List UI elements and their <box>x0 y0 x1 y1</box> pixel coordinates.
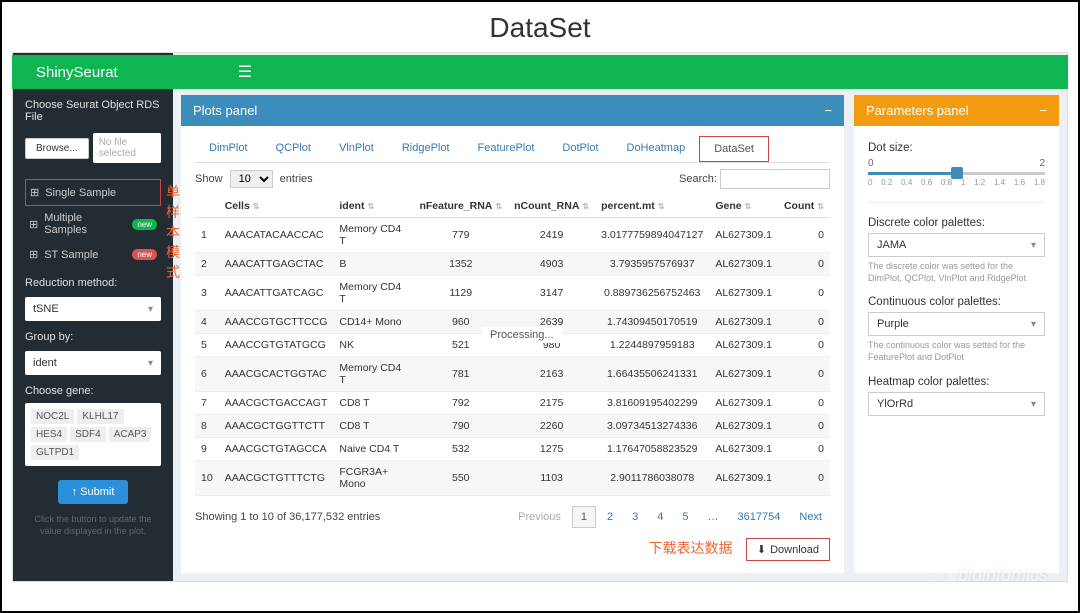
table-info: Showing 1 to 10 of 36,177,532 entries <box>195 511 380 523</box>
sidebar-item-label: ST Sample <box>44 249 98 261</box>
gene-tag[interactable]: ACAP3 <box>109 427 152 442</box>
entries-select[interactable]: 10 <box>230 170 273 188</box>
grid-icon: ⊞ <box>29 248 38 261</box>
submit-button[interactable]: ↑ Submit <box>58 480 129 504</box>
grid-icon: ⊞ <box>29 218 38 231</box>
tab-dimplot[interactable]: DimPlot <box>195 136 262 162</box>
annotation: 单样本模式 <box>166 182 180 282</box>
params-title: Parameters panel <box>866 103 969 118</box>
reduction-select[interactable]: tSNE <box>25 297 161 321</box>
page-button[interactable]: 3617754 <box>730 507 789 527</box>
column-header[interactable]: nCount_RNA⇅ <box>508 195 595 218</box>
download-button[interactable]: ⬇ Download <box>746 538 830 561</box>
brand: ShinySeurat <box>24 64 118 81</box>
processing-indicator: Processing... <box>482 327 562 343</box>
page-button[interactable]: 3 <box>624 507 646 527</box>
discrete-label: Discrete color palettes: <box>868 217 1045 229</box>
discrete-select[interactable]: JAMA <box>868 233 1045 257</box>
table-row: 10AAACGCTGTTTCTGFCGR3A+ Mono55011032.901… <box>195 461 830 496</box>
column-header[interactable] <box>195 195 219 218</box>
sidebar: Choose Seurat Object RDS File Browse... … <box>13 53 173 581</box>
collapse-icon[interactable]: − <box>1039 103 1047 118</box>
sidebar-item-2[interactable]: ⊞ ST Sample new <box>25 242 161 267</box>
continuous-hint: The continuous color was setted for the … <box>868 340 1045 363</box>
tabs: DimPlotQCPlotVlnPlotRidgePlotFeaturePlot… <box>195 136 830 163</box>
page-button[interactable]: 1 <box>572 506 596 528</box>
tab-featureplot[interactable]: FeaturePlot <box>464 136 549 162</box>
page-button[interactable]: 5 <box>674 507 696 527</box>
continuous-select[interactable]: Purple <box>868 312 1045 336</box>
show-label: Show <box>195 173 223 185</box>
hamburger-icon[interactable]: ☰ <box>238 62 252 82</box>
column-header[interactable]: ident⇅ <box>333 195 413 218</box>
tab-dataset[interactable]: DataSet <box>699 136 769 162</box>
sidebar-item-1[interactable]: ⊞ Multiple Samples new <box>25 206 161 242</box>
grid-icon: ⊞ <box>30 186 39 199</box>
table-row: 7AAACGCTGACCAGTCD8 T79221753.81609195402… <box>195 392 830 415</box>
tab-ridgeplot[interactable]: RidgePlot <box>388 136 464 162</box>
tab-doheatmap[interactable]: DoHeatmap <box>613 136 700 162</box>
page-button[interactable]: 2 <box>599 507 621 527</box>
gene-tag[interactable]: SDF4 <box>70 427 106 442</box>
column-header[interactable]: percent.mt⇅ <box>595 195 709 218</box>
group-label: Group by: <box>25 331 161 343</box>
entries-suffix: entries <box>280 173 313 185</box>
tab-vlnplot[interactable]: VlnPlot <box>325 136 388 162</box>
column-header[interactable]: Cells⇅ <box>219 195 334 218</box>
page-button[interactable]: 4 <box>649 507 671 527</box>
watermark: bioinfomics <box>930 564 1048 586</box>
sidebar-item-label: Multiple Samples <box>44 212 126 236</box>
column-header[interactable]: nFeature_RNA⇅ <box>413 195 508 218</box>
tab-dotplot[interactable]: DotPlot <box>548 136 612 162</box>
page-title: DataSet <box>2 2 1078 52</box>
search-input[interactable] <box>720 169 830 189</box>
gene-tag[interactable]: KLHL17 <box>77 409 123 424</box>
params-panel: Parameters panel − Dot size: 0 2 00.20.4… <box>854 95 1059 573</box>
browse-button[interactable]: Browse... <box>25 138 89 159</box>
heatmap-select[interactable]: YlOrRd <box>868 392 1045 416</box>
heatmap-label: Heatmap color palettes: <box>868 376 1045 388</box>
table-row: 2AAACATTGAGCTACB135249033.7935957576937A… <box>195 253 830 276</box>
table-row: 9AAACGCTGTAGCCANaive CD4 T53212751.17647… <box>195 438 830 461</box>
table-row: 3AAACATTGATCAGCMemory CD4 T112931470.889… <box>195 276 830 311</box>
tab-qcplot[interactable]: QCPlot <box>262 136 325 162</box>
topbar: ShinySeurat ☰ <box>12 55 1068 89</box>
column-header[interactable]: Gene⇅ <box>709 195 778 218</box>
group-select[interactable]: ident <box>25 351 161 375</box>
sidebar-item-label: Single Sample <box>45 187 116 199</box>
new-badge: new <box>132 219 157 230</box>
gene-label: Choose gene: <box>25 385 161 397</box>
collapse-icon[interactable]: − <box>824 103 832 118</box>
table-row: 1AAACATACAACCACMemory CD4 T77924193.0177… <box>195 218 830 253</box>
gene-tags[interactable]: NOC2LKLHL17 HES4SDF4ACAP3 GLTPD1 <box>25 403 161 466</box>
page-button[interactable]: … <box>700 507 727 527</box>
dot-size-label: Dot size: <box>868 142 1045 154</box>
search-label: Search: <box>679 173 717 185</box>
download-annotation: 下载表达数据 <box>649 542 733 557</box>
next-button[interactable]: Next <box>791 507 830 527</box>
dot-size-slider[interactable]: 0 2 00.20.40.60.811.21.41.61.8 <box>868 158 1045 188</box>
pagination: Previous12345…3617754Next <box>510 506 830 528</box>
prev-button[interactable]: Previous <box>510 507 569 527</box>
reduction-label: Reduction method: <box>25 277 161 289</box>
file-status: No file selected <box>93 133 161 163</box>
gene-tag[interactable]: NOC2L <box>31 409 74 424</box>
plots-title: Plots panel <box>193 103 257 118</box>
wechat-icon <box>930 564 952 586</box>
submit-hint: Click the button to update the value dis… <box>25 514 161 537</box>
data-table: Cells⇅ident⇅nFeature_RNA⇅nCount_RNA⇅perc… <box>195 195 830 496</box>
column-header[interactable]: Count⇅ <box>778 195 830 218</box>
table-row: 6AAACGCACTGGTACMemory CD4 T78121631.6643… <box>195 357 830 392</box>
new-badge: new <box>132 249 157 260</box>
gene-tag[interactable]: HES4 <box>31 427 67 442</box>
discrete-hint: The discrete color was setted for the Di… <box>868 261 1045 284</box>
table-row: 8AAACGCTGGTTCTTCD8 T79022603.09734513274… <box>195 415 830 438</box>
sidebar-item-0[interactable]: ⊞Single Sample单样本模式 <box>25 179 161 206</box>
file-label: Choose Seurat Object RDS File <box>25 99 161 123</box>
gene-tag[interactable]: GLTPD1 <box>31 445 79 460</box>
continuous-label: Continuous color palettes: <box>868 296 1045 308</box>
